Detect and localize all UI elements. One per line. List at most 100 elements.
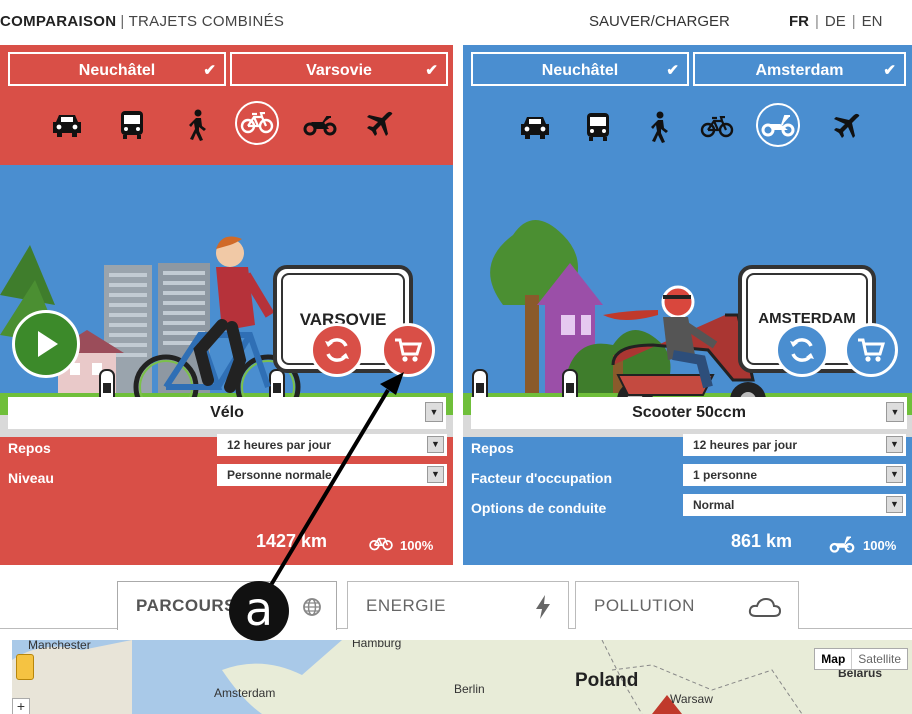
map-label-amsterdam: Amsterdam bbox=[214, 686, 276, 700]
lang-separator: | bbox=[851, 13, 856, 30]
plane-icon[interactable] bbox=[358, 103, 402, 147]
chevron-down-icon: ▼ bbox=[425, 402, 443, 422]
destination-city-button[interactable]: Amsterdam ✔ bbox=[693, 52, 906, 86]
check-icon: ✔ bbox=[666, 62, 679, 79]
check-icon: ✔ bbox=[203, 62, 216, 79]
transport-mode-bar bbox=[0, 101, 453, 149]
map-type-satellite[interactable]: Satellite bbox=[851, 649, 907, 669]
cart-button[interactable] bbox=[844, 323, 898, 377]
save-load-link[interactable]: SAUVER/CHARGER bbox=[589, 13, 730, 30]
map-label-poland: Poland bbox=[575, 670, 639, 691]
map-label-manchester: Manchester bbox=[28, 640, 91, 652]
street-view-pegman-icon[interactable] bbox=[16, 654, 34, 680]
car-icon[interactable] bbox=[513, 105, 557, 149]
rest-label: Repos bbox=[471, 440, 514, 456]
transport-mode-bar bbox=[463, 103, 912, 149]
level-select[interactable]: Personne normale ▼ bbox=[217, 464, 447, 486]
map-type-switcher: Map Satellite bbox=[814, 648, 908, 670]
rest-select[interactable]: 12 heures par jour ▼ bbox=[217, 434, 447, 456]
lang-fr[interactable]: FR bbox=[789, 13, 809, 30]
driving-options-select-value: Normal bbox=[693, 498, 735, 512]
map-label-hamburg: Hamburg bbox=[352, 640, 402, 650]
chevron-down-icon: ▼ bbox=[886, 496, 903, 513]
check-icon: ✔ bbox=[425, 62, 438, 79]
origin-city-label: Neuchâtel bbox=[78, 62, 156, 79]
cart-icon bbox=[858, 338, 886, 362]
right-comparison-panel: Neuchâtel ✔ Amsterdam ✔ AMSTERDAM Scoote… bbox=[463, 45, 912, 565]
vehicle-select[interactable]: Scooter 50ccm ▼ bbox=[471, 397, 907, 429]
driving-options-label: Options de conduite bbox=[471, 500, 607, 516]
tab-pollution-label: POLLUTION bbox=[594, 596, 695, 615]
cloud-icon bbox=[748, 582, 782, 630]
nav-comparison[interactable]: COMPARAISON bbox=[0, 13, 116, 30]
bus-icon[interactable] bbox=[110, 103, 154, 147]
cart-icon bbox=[395, 338, 423, 362]
lang-en[interactable]: EN bbox=[862, 13, 883, 30]
car-icon[interactable] bbox=[45, 103, 89, 147]
walk-icon[interactable] bbox=[175, 103, 219, 147]
annotation-marker: a bbox=[229, 581, 289, 641]
origin-city-button[interactable]: Neuchâtel ✔ bbox=[8, 52, 226, 86]
efficiency-percent: 100% bbox=[863, 538, 897, 553]
vehicle-select-value: Vélo bbox=[210, 404, 244, 421]
level-label: Niveau bbox=[8, 470, 54, 486]
lightning-icon bbox=[534, 582, 552, 630]
distance-total: 861 km bbox=[731, 531, 793, 551]
tab-pollution[interactable]: POLLUTION bbox=[575, 581, 799, 629]
bus-icon[interactable] bbox=[576, 105, 620, 149]
bicycle-icon[interactable] bbox=[695, 105, 739, 149]
chevron-down-icon: ▼ bbox=[886, 436, 903, 453]
lang-de[interactable]: DE bbox=[825, 13, 846, 30]
distance-total: 1427 km bbox=[256, 531, 328, 551]
driving-options-select[interactable]: Normal ▼ bbox=[683, 494, 906, 516]
rest-select-value: 12 heures par jour bbox=[693, 438, 798, 452]
map-type-map[interactable]: Map bbox=[815, 649, 851, 669]
destination-city-label: Varsovie bbox=[306, 62, 372, 79]
vehicle-select-value: Scooter 50ccm bbox=[632, 404, 746, 421]
scooter-icon[interactable] bbox=[756, 103, 800, 147]
tab-route[interactable]: PARCOURS bbox=[117, 581, 337, 630]
nav-separator: | bbox=[120, 13, 125, 30]
swap-button[interactable] bbox=[775, 323, 829, 377]
refresh-icon bbox=[325, 338, 349, 362]
tab-route-label: PARCOURS bbox=[136, 596, 237, 615]
walk-icon[interactable] bbox=[637, 105, 681, 149]
check-icon: ✔ bbox=[883, 62, 896, 79]
motorbike-icon[interactable] bbox=[298, 103, 342, 147]
language-switcher: FR | DE | EN bbox=[789, 13, 883, 30]
tab-energy[interactable]: ENERGIE bbox=[347, 581, 569, 629]
chevron-down-icon: ▼ bbox=[886, 466, 903, 483]
play-button[interactable] bbox=[12, 310, 80, 378]
play-icon bbox=[38, 331, 58, 357]
chevron-down-icon: ▼ bbox=[427, 436, 444, 453]
occupancy-select[interactable]: 1 personne ▼ bbox=[683, 464, 906, 486]
scooter-icon bbox=[829, 535, 855, 558]
chevron-down-icon: ▼ bbox=[886, 402, 904, 422]
zoom-in-icon[interactable]: + bbox=[12, 698, 30, 714]
bicycle-icon bbox=[368, 535, 394, 556]
occupancy-label: Facteur d'occupation bbox=[471, 470, 613, 486]
destination-city-button[interactable]: Varsovie ✔ bbox=[230, 52, 448, 86]
efficiency-percent: 100% bbox=[400, 538, 434, 553]
left-comparison-panel: Neuchâtel ✔ Varsovie ✔ VARSOVIE Vélo ▼ R… bbox=[0, 45, 453, 565]
level-select-value: Personne normale bbox=[227, 468, 332, 482]
nav-combined-trips[interactable]: TRAJETS COMBINÉS bbox=[129, 13, 285, 30]
bicycle-icon[interactable] bbox=[235, 101, 279, 145]
route-map[interactable]: Manchester Hamburg Amsterdam Berlin Pola… bbox=[12, 640, 912, 714]
rest-select-value: 12 heures par jour bbox=[227, 438, 332, 452]
occupancy-select-value: 1 personne bbox=[693, 468, 758, 482]
origin-city-button[interactable]: Neuchâtel ✔ bbox=[471, 52, 689, 86]
refresh-icon bbox=[790, 338, 814, 362]
destination-city-label: Amsterdam bbox=[755, 62, 844, 79]
swap-button[interactable] bbox=[310, 323, 364, 377]
cart-button[interactable] bbox=[381, 323, 435, 377]
vehicle-select[interactable]: Vélo ▼ bbox=[8, 397, 446, 429]
origin-city-label: Neuchâtel bbox=[541, 62, 619, 79]
rest-select[interactable]: 12 heures par jour ▼ bbox=[683, 434, 906, 456]
globe-icon bbox=[302, 582, 322, 630]
tab-energy-label: ENERGIE bbox=[366, 596, 447, 615]
rest-label: Repos bbox=[8, 440, 51, 456]
plane-icon[interactable] bbox=[825, 105, 869, 149]
map-label-warsaw: Warsaw bbox=[670, 692, 713, 706]
top-navigation: COMPARAISON | TRAJETS COMBINÉS SAUVER/CHAR… bbox=[0, 0, 912, 42]
